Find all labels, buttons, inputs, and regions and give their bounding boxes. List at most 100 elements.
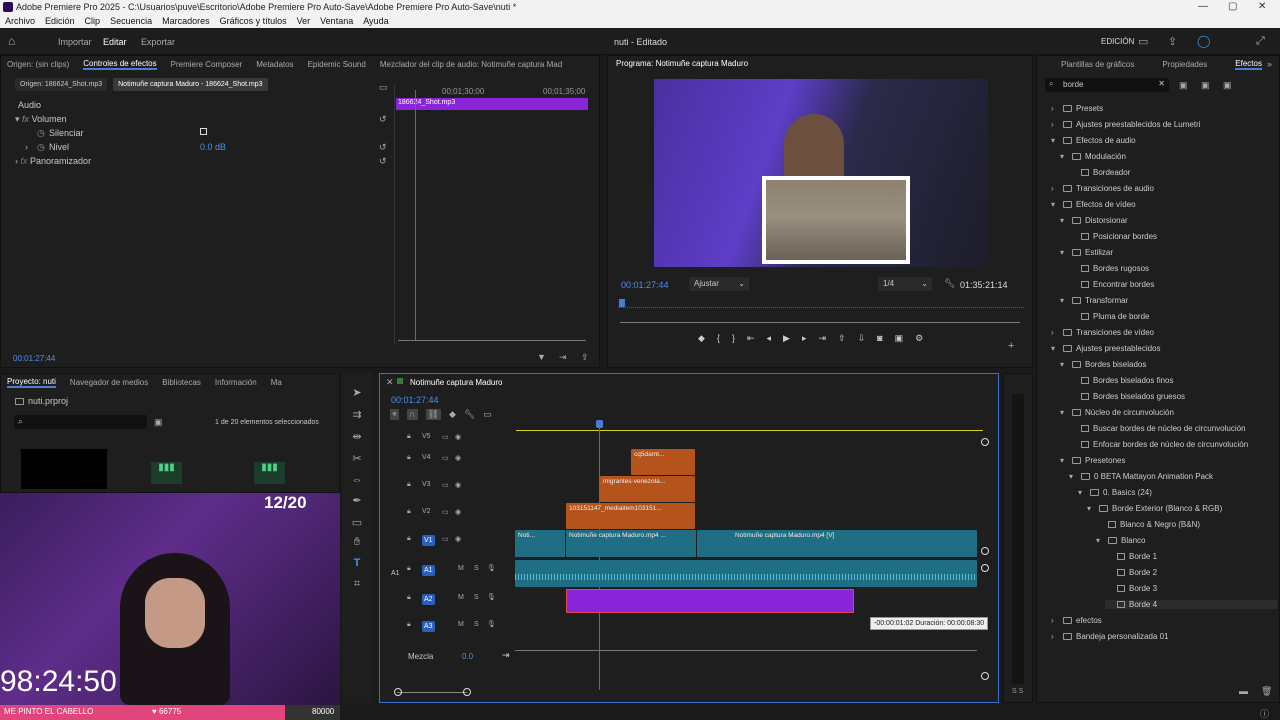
track-label[interactable]: V2 — [422, 508, 431, 515]
chevron-right-icon[interactable]: › — [1051, 104, 1059, 113]
track-label[interactable]: A2 — [422, 594, 435, 605]
lock-icon[interactable]: 🔒︎ — [407, 481, 411, 489]
lock-icon[interactable]: 🔒︎ — [407, 454, 411, 462]
chevron-down-icon[interactable]: ▾ — [1060, 408, 1068, 417]
effects-tree-item[interactable]: › Presets — [1051, 104, 1103, 113]
track-header[interactable]: 🔒︎ A3 M S 🎙︎ — [382, 616, 515, 643]
chevron-down-icon[interactable]: ▾ — [1069, 472, 1077, 481]
tab-effects[interactable]: Propiedades — [1162, 60, 1207, 69]
maximize-icon[interactable]: ▢ — [1228, 1, 1237, 12]
chevron-down-icon[interactable]: ▾ — [1060, 296, 1068, 305]
hand-icon[interactable]: ✋︎ — [350, 536, 364, 550]
project-search-input[interactable]: ⌕ — [14, 415, 147, 429]
tab-effects[interactable]: Efectos — [1235, 59, 1262, 70]
menu-item[interactable]: Secuencia — [105, 14, 157, 28]
sync-lock-icon[interactable]: ▭ — [442, 481, 449, 489]
effects-tree-item[interactable]: Bordes biselados finos — [1069, 376, 1174, 385]
menu-item[interactable]: Ventana — [315, 14, 358, 28]
wrench-icon[interactable]: 🔧︎ — [464, 409, 475, 420]
clip-a2-audio[interactable] — [566, 589, 854, 613]
effects-tree-item[interactable]: Pluma de borde — [1069, 312, 1149, 321]
effects-tree-item[interactable]: ▾ Estilizar — [1060, 248, 1113, 257]
trash-icon[interactable]: 🗑︎ — [1261, 686, 1272, 697]
sync-lock-icon[interactable]: ▭ — [442, 535, 449, 543]
program-timecode[interactable]: 00:01:27:44 — [621, 280, 669, 290]
32bit-icon[interactable]: ▣ — [1201, 80, 1210, 91]
volume-row[interactable]: ▾ fx Volumen — [15, 114, 67, 125]
solo-track-icon[interactable]: S — [474, 565, 479, 572]
clip-v1-c[interactable]: Notimuñe captura Maduro.mp4 [V] — [697, 530, 977, 557]
program-playhead[interactable] — [619, 299, 625, 307]
clip-tab-origin[interactable]: Origen: 186624_Shot.mp3 — [15, 78, 108, 91]
tab-effects[interactable]: Plantillas de gráficos — [1061, 60, 1134, 69]
effects-tree-item[interactable]: ▾ Blanco — [1096, 536, 1145, 545]
lock-icon[interactable]: 🔒︎ — [407, 535, 411, 543]
stopwatch-icon[interactable]: ◷ — [37, 128, 45, 139]
chevron-down-icon[interactable]: ▾ — [1051, 200, 1059, 209]
mode-import[interactable]: Importar — [58, 37, 92, 47]
timeline-ruler[interactable] — [516, 426, 983, 431]
effects-tree-item[interactable]: Borde 4 — [1105, 600, 1277, 609]
reset-icon[interactable]: ↺ — [379, 114, 387, 125]
solo-track-icon[interactable]: S — [474, 594, 479, 601]
audio-thumbnail[interactable]: ▮▮▮ — [151, 462, 182, 484]
tab-source[interactable]: Premiere Composer — [171, 60, 243, 69]
effects-tree-item[interactable]: ▾ Bordes biselados — [1060, 360, 1146, 369]
microphone-icon[interactable]: 🎙︎ — [487, 593, 496, 601]
menu-item[interactable]: Ver — [292, 14, 316, 28]
chevron-down-icon[interactable]: ▾ — [1060, 152, 1068, 161]
microphone-icon[interactable]: 🎙︎ — [487, 564, 496, 572]
caption-icon[interactable]: ⌗ — [350, 578, 364, 592]
menu-item[interactable]: Clip — [80, 14, 106, 28]
linked-selection-icon[interactable]: ⛓ — [425, 409, 441, 420]
mark-out-icon[interactable]: } — [732, 333, 735, 344]
menu-item[interactable]: Archivo — [0, 14, 40, 28]
razor-icon[interactable]: ✂ — [350, 452, 364, 466]
pen-icon[interactable]: ✒ — [350, 494, 364, 508]
tab-project[interactable]: Bibliotecas — [162, 378, 201, 387]
effects-tree-item[interactable]: ▾ Efectos de audio — [1051, 136, 1136, 145]
stopwatch-icon[interactable]: ◷ — [37, 142, 45, 153]
info-icon[interactable]: ⓘ — [1260, 707, 1269, 720]
track-label[interactable]: A1 — [422, 565, 435, 576]
tab-source[interactable]: Metadatos — [256, 60, 293, 69]
effect-controls-timecode[interactable]: 00:01:27:44 — [13, 354, 55, 363]
track-header[interactable]: 🔒︎ V1 ▭ ◉ — [382, 530, 515, 557]
audio-thumbnail[interactable]: ▮▮▮ — [254, 462, 285, 484]
level-value[interactable]: 0.0 dB — [200, 142, 226, 152]
track-header[interactable]: 🔒︎ A2 M S 🎙︎ — [382, 589, 515, 616]
effects-tree-item[interactable]: Borde 2 — [1105, 568, 1157, 577]
track-header[interactable]: 🔒︎ V2 ▭ ◉ — [382, 503, 515, 530]
effects-tree-item[interactable]: › Bandeja personalizada 01 — [1051, 632, 1169, 641]
lock-icon[interactable]: 🔒︎ — [407, 621, 411, 629]
chevron-down-icon[interactable]: ▾ — [1051, 344, 1059, 353]
mute-checkbox[interactable] — [200, 128, 207, 135]
share-icon[interactable]: ⇪ — [581, 352, 589, 363]
mix-value[interactable]: 0.0 — [462, 652, 473, 661]
timeline-timecode[interactable]: 00:01:27:44 — [391, 395, 439, 405]
effects-tree-item[interactable]: › Ajustes preestablecidos de Lumetri — [1051, 120, 1201, 129]
settings-icon[interactable]: ⚙ — [915, 333, 923, 344]
track-header[interactable]: 🔒︎ V4 ▭ ◉ — [382, 449, 515, 476]
panel-view-icon[interactable]: ▭ — [379, 82, 388, 93]
go-to-in-icon[interactable]: ⇤ — [747, 333, 755, 344]
mute-track-icon[interactable]: M — [458, 594, 464, 601]
chevron-down-icon[interactable]: ▾ — [1060, 360, 1068, 369]
fit-select[interactable]: Ajustar ⌄ — [689, 277, 749, 291]
effects-tree-item[interactable]: Borde 3 — [1105, 584, 1157, 593]
timeline-hscroll[interactable] — [397, 692, 467, 693]
track-select-icon[interactable]: ⇉ — [350, 408, 364, 422]
tab-project[interactable]: Proyecto: nuti — [7, 377, 56, 388]
track-header[interactable]: 🔒︎ A1 M S 🎙︎ — [382, 560, 515, 587]
timeline-vscroll-dot[interactable] — [981, 564, 989, 572]
effects-tree-item[interactable]: › Transiciones de vídeo — [1051, 328, 1154, 337]
mini-clip[interactable]: 186624_Shot.mp3 — [396, 98, 588, 110]
tab-project[interactable]: Información — [215, 378, 257, 387]
nest-icon[interactable]: ⌖ — [390, 409, 400, 420]
effects-tree-item[interactable]: ▾ Núcleo de circunvolución — [1060, 408, 1174, 417]
mode-export[interactable]: Exportar — [141, 37, 175, 47]
panner-row[interactable]: › fx Panoramizador — [15, 156, 91, 166]
menu-item[interactable]: Marcadores — [157, 14, 215, 28]
track-label[interactable]: V3 — [422, 481, 431, 488]
eye-icon[interactable]: ◉ — [455, 454, 461, 462]
